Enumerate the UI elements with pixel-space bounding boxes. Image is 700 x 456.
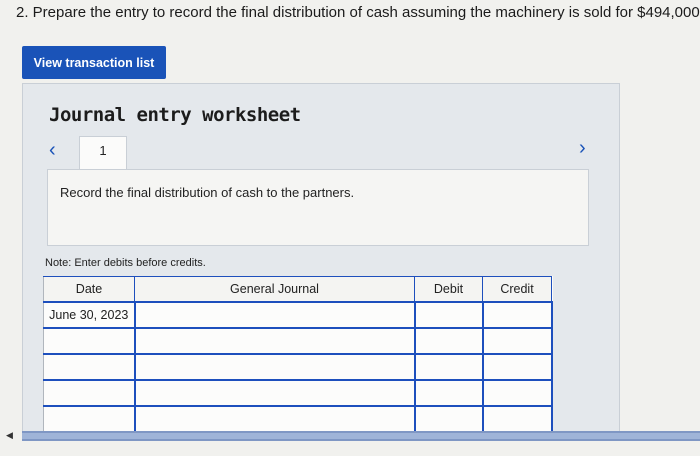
table-row [43, 353, 553, 381]
debit-column-header: Debit [414, 276, 483, 303]
journal-entry-worksheet-panel: Journal entry worksheet ‹ 1 › Record the… [22, 83, 620, 433]
credit-column-header: Credit [482, 276, 552, 303]
account-input[interactable] [133, 353, 416, 381]
horizontal-scrollbar[interactable] [22, 431, 700, 441]
credit-input[interactable] [481, 405, 553, 433]
account-input[interactable] [133, 327, 416, 355]
table-row [43, 327, 553, 355]
chevron-right-icon[interactable]: › [579, 137, 586, 160]
date-cell[interactable] [43, 379, 136, 407]
debit-input[interactable] [413, 353, 484, 381]
debit-input[interactable] [413, 327, 484, 355]
credit-input[interactable] [481, 353, 553, 381]
view-transaction-list-button[interactable]: View transaction list [22, 46, 166, 79]
account-input[interactable] [133, 405, 416, 433]
scrollbar-thumb[interactable] [22, 433, 700, 439]
credit-input[interactable] [481, 379, 553, 407]
scroll-left-arrow-icon[interactable]: ◀ [6, 430, 13, 441]
debit-input[interactable] [413, 379, 484, 407]
question-text: 2. Prepare the entry to record the final… [16, 4, 700, 21]
debit-input[interactable] [413, 405, 484, 433]
date-column-header: Date [43, 276, 135, 303]
credit-input[interactable] [481, 327, 553, 355]
account-input[interactable] [133, 301, 416, 329]
date-cell[interactable] [43, 353, 136, 381]
journal-table: Date General Journal Debit Credit June 3… [43, 276, 553, 433]
table-row [43, 405, 553, 433]
account-input[interactable] [133, 379, 416, 407]
chevron-left-icon[interactable]: ‹ [49, 139, 56, 162]
journal-header-row: Date General Journal Debit Credit [43, 276, 552, 303]
instruction-box: Record the final distribution of cash to… [47, 169, 589, 246]
tab-1[interactable]: 1 [79, 136, 127, 170]
date-cell[interactable]: June 30, 2023 [43, 301, 136, 329]
table-row: June 30, 2023 [43, 301, 553, 329]
date-cell[interactable] [43, 327, 136, 355]
general-journal-column-header: General Journal [134, 276, 415, 303]
date-cell[interactable] [43, 405, 136, 433]
debit-input[interactable] [413, 301, 484, 329]
credit-input[interactable] [481, 301, 553, 329]
table-row [43, 379, 553, 407]
note-text: Note: Enter debits before credits. [45, 257, 206, 269]
instruction-text: Record the final distribution of cash to… [60, 185, 355, 200]
tab-label: 1 [99, 143, 107, 158]
worksheet-title: Journal entry worksheet [49, 104, 301, 126]
